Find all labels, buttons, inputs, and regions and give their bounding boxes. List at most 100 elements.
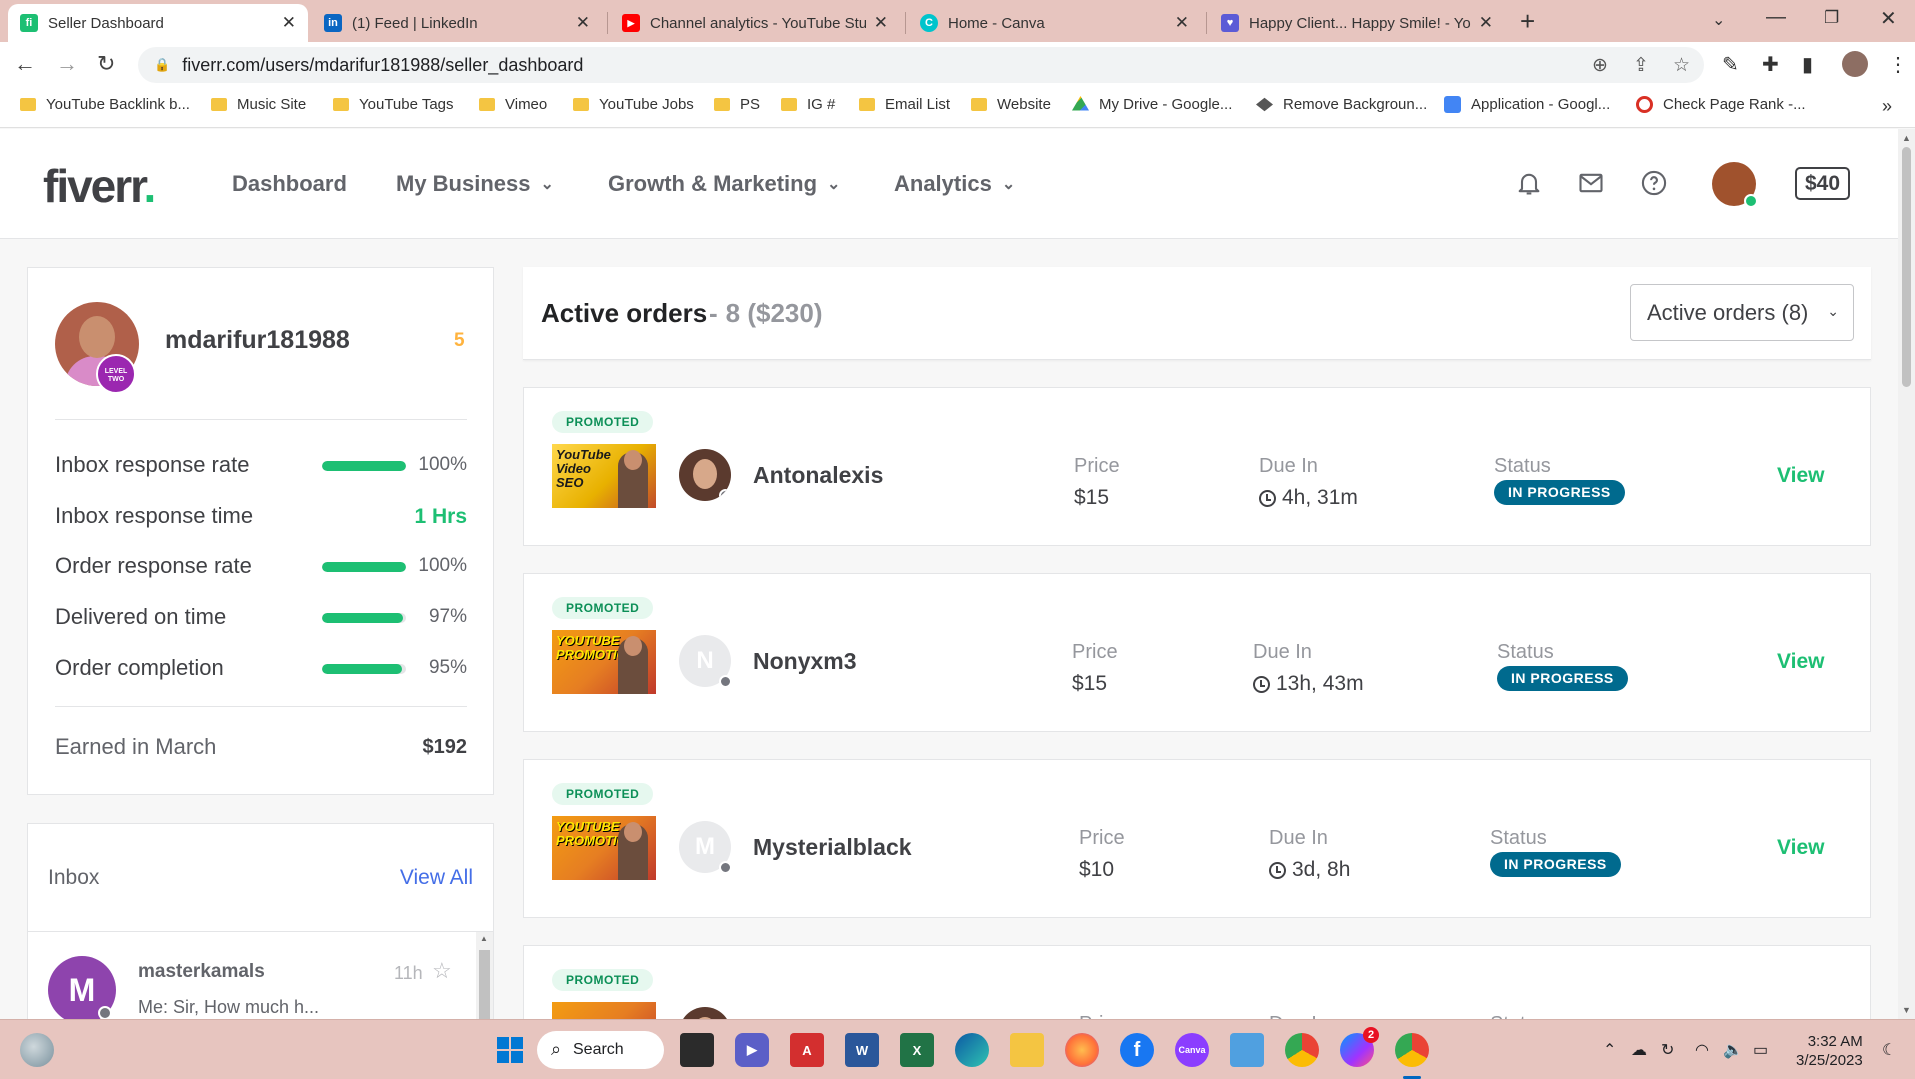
- battery-icon[interactable]: ▭: [1753, 1040, 1768, 1060]
- order-card[interactable]: PROMOTED Price Due In Status: [523, 945, 1871, 1019]
- view-order-link[interactable]: View: [1777, 650, 1824, 674]
- more-menu-icon[interactable]: ⋮: [1888, 52, 1908, 77]
- order-card[interactable]: PROMOTED YOUTUBE PROMOTION M Mysterialbl…: [523, 759, 1871, 918]
- scrollbar-thumb[interactable]: [1902, 147, 1911, 387]
- bookmark-star-icon[interactable]: ☆: [1673, 54, 1690, 77]
- bookmark-folder[interactable]: YouTube Backlink b...: [20, 96, 190, 113]
- fiverr-logo[interactable]: fiverr.: [43, 159, 156, 213]
- volume-icon[interactable]: 🔈: [1723, 1040, 1743, 1060]
- edge-icon[interactable]: [955, 1033, 989, 1067]
- forward-arrow-icon[interactable]: →: [56, 51, 78, 77]
- tab-search-icon[interactable]: ⌄: [1712, 10, 1725, 30]
- share-icon[interactable]: ⇪: [1633, 54, 1649, 77]
- bookmark-folder[interactable]: IG #: [781, 96, 835, 113]
- nav-my-business[interactable]: My Business ⌄: [396, 171, 554, 197]
- file-explorer-icon[interactable]: [1010, 1033, 1044, 1067]
- taskbar-search[interactable]: ⌕ Search: [537, 1031, 664, 1069]
- bookmark-folder[interactable]: Vimeo: [479, 96, 547, 113]
- side-panel-icon[interactable]: ▮: [1802, 52, 1813, 77]
- buyer-avatar[interactable]: [679, 449, 731, 501]
- bookmark-google-drive[interactable]: My Drive - Google...: [1072, 96, 1232, 113]
- bookmark-folder[interactable]: PS: [714, 96, 760, 113]
- envelope-icon[interactable]: [1577, 169, 1605, 197]
- bookmark-folder[interactable]: YouTube Jobs: [573, 96, 694, 113]
- tab-linkedin[interactable]: in (1) Feed | LinkedIn ✕: [312, 4, 602, 42]
- view-all-link[interactable]: View All: [400, 866, 473, 890]
- seller-username[interactable]: mdarifur181988: [165, 326, 350, 355]
- task-view-icon[interactable]: [680, 1033, 714, 1067]
- bookmark-folder[interactable]: Website: [971, 96, 1051, 113]
- excel-icon[interactable]: X: [900, 1033, 934, 1067]
- firefox-icon[interactable]: [1065, 1033, 1099, 1067]
- bookmark-folder[interactable]: Music Site: [211, 96, 306, 113]
- close-tab-icon[interactable]: ✕: [874, 13, 888, 33]
- more-bookmarks-icon[interactable]: »: [1882, 96, 1892, 117]
- tab-seller-dashboard[interactable]: fi Seller Dashboard ✕: [8, 4, 308, 42]
- buyer-avatar[interactable]: [679, 1007, 731, 1019]
- buyer-avatar[interactable]: N: [679, 635, 732, 688]
- new-tab-button[interactable]: +: [1520, 6, 1535, 37]
- close-tab-icon[interactable]: ✕: [1175, 13, 1189, 33]
- tab-youtube-studio[interactable]: ▶ Channel analytics - YouTube Studio ✕: [610, 4, 900, 42]
- cloud-sync-icon[interactable]: ☁: [1631, 1040, 1647, 1060]
- close-tab-icon[interactable]: ✕: [1479, 13, 1493, 33]
- bookmark-folder[interactable]: YouTube Tags: [333, 96, 454, 113]
- remote-desktop-icon[interactable]: [1230, 1033, 1264, 1067]
- buyer-name[interactable]: Antonalexis: [753, 462, 883, 489]
- facebook-icon[interactable]: f: [1120, 1033, 1154, 1067]
- weather-widget-icon[interactable]: [20, 1033, 54, 1067]
- refresh-sync-icon[interactable]: ↻: [1661, 1040, 1674, 1060]
- bookmark-application[interactable]: Application - Googl...: [1444, 96, 1610, 113]
- buyer-name[interactable]: Mysterialblack: [753, 834, 912, 861]
- inbox-scrollbar[interactable]: ▲: [476, 932, 493, 1019]
- close-tab-icon[interactable]: ✕: [576, 13, 590, 33]
- tab-canva[interactable]: C Home - Canva ✕: [908, 4, 1201, 42]
- eyedropper-extension-icon[interactable]: ✎: [1722, 52, 1739, 77]
- tab-happy-client[interactable]: ♥ Happy Client... Happy Smile! - Yo ✕: [1209, 4, 1505, 42]
- teams-icon[interactable]: ▶: [735, 1033, 769, 1067]
- view-order-link[interactable]: View: [1777, 836, 1824, 860]
- minimize-button[interactable]: —: [1766, 6, 1786, 29]
- canva-icon[interactable]: Canva: [1175, 1033, 1209, 1067]
- message-sender[interactable]: masterkamals: [138, 961, 265, 983]
- do-not-disturb-icon[interactable]: ☾: [1882, 1040, 1896, 1060]
- gig-thumbnail[interactable]: YOUTUBE PROMOTION: [552, 630, 656, 694]
- message-preview[interactable]: Me: Sir, How much h...: [138, 997, 319, 1018]
- nav-analytics[interactable]: Analytics ⌄: [894, 171, 1015, 197]
- balance-button[interactable]: $40: [1795, 167, 1851, 200]
- order-card[interactable]: PROMOTED YouTube Video SEO Antonalexis P…: [523, 387, 1871, 546]
- acrobat-icon[interactable]: A: [790, 1033, 824, 1067]
- extensions-puzzle-icon[interactable]: ✚: [1762, 52, 1779, 77]
- windows-start-icon[interactable]: [493, 1033, 527, 1067]
- bell-icon[interactable]: [1515, 169, 1543, 197]
- bookmark-remove-background[interactable]: Remove Backgroun...: [1256, 96, 1427, 113]
- nav-growth-marketing[interactable]: Growth & Marketing ⌄: [608, 171, 840, 197]
- restore-button[interactable]: ❐: [1824, 8, 1839, 28]
- bookmark-folder[interactable]: Email List: [859, 96, 950, 113]
- wifi-icon[interactable]: ◠: [1695, 1040, 1709, 1060]
- profile-avatar[interactable]: [1842, 51, 1868, 77]
- buyer-name[interactable]: Nonyxm3: [753, 648, 857, 675]
- bookmark-page-rank[interactable]: Check Page Rank -...: [1636, 96, 1806, 113]
- back-arrow-icon[interactable]: ←: [14, 51, 36, 77]
- star-icon[interactable]: ☆: [432, 958, 452, 984]
- close-tab-icon[interactable]: ✕: [282, 13, 296, 33]
- gig-thumbnail[interactable]: YOUTUBE PROMOTION: [552, 816, 656, 880]
- close-window-button[interactable]: ✕: [1880, 6, 1897, 31]
- buyer-avatar[interactable]: M: [679, 821, 732, 874]
- order-card[interactable]: PROMOTED YOUTUBE PROMOTION N Nonyxm3 Pri…: [523, 573, 1871, 732]
- zoom-icon[interactable]: ⊕: [1592, 54, 1608, 77]
- chrome-icon[interactable]: [1285, 1033, 1319, 1067]
- reload-icon[interactable]: ↻: [97, 51, 115, 77]
- message-avatar[interactable]: M: [48, 956, 116, 1019]
- gig-thumbnail[interactable]: YouTube Video SEO: [552, 444, 656, 508]
- page-scrollbar[interactable]: ▲ ▼: [1898, 129, 1915, 1019]
- system-clock[interactable]: 3:32 AM 3/25/2023: [1796, 1032, 1863, 1070]
- chrome-profile-icon[interactable]: [1395, 1033, 1429, 1067]
- nav-dashboard[interactable]: Dashboard: [232, 171, 347, 197]
- view-order-link[interactable]: View: [1777, 464, 1824, 488]
- word-icon[interactable]: W: [845, 1033, 879, 1067]
- gig-thumbnail[interactable]: [552, 1002, 656, 1019]
- help-icon[interactable]: [1640, 169, 1668, 197]
- user-avatar[interactable]: [1712, 162, 1758, 208]
